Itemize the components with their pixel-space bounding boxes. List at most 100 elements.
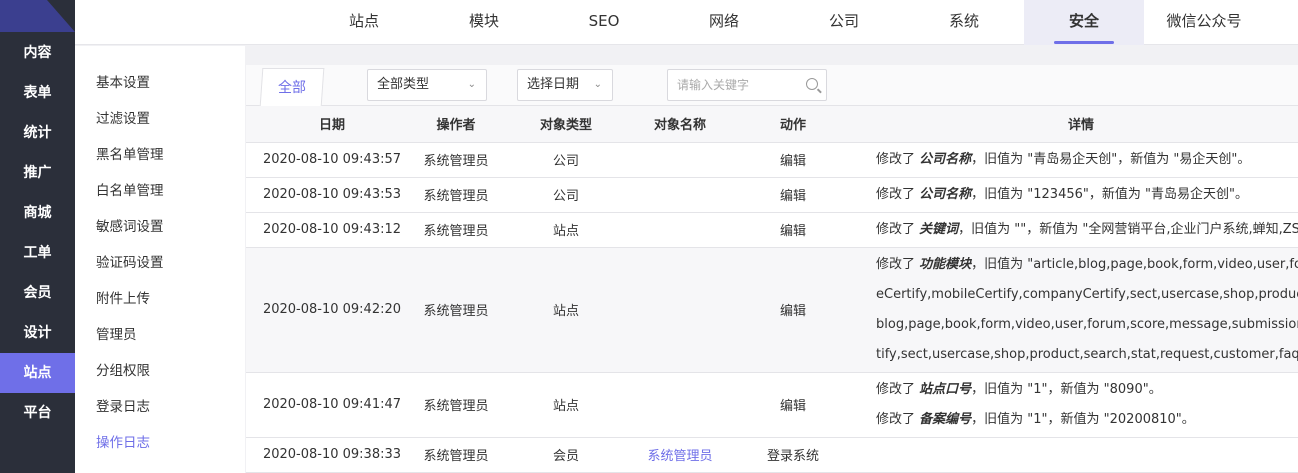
submenu-item[interactable]: 基本设置 — [75, 65, 245, 101]
detail-line: 修改了 公司名称，旧值为 "青岛易企天创"，新值为 "易企天创"。 — [876, 145, 1298, 175]
nav-tab[interactable]: 公司 — [784, 0, 904, 45]
search-input[interactable] — [668, 70, 796, 100]
detail-line: 修改了 功能模块，旧值为 "article,blog,page,book,for… — [876, 250, 1298, 280]
nav-tab[interactable]: 系统 — [904, 0, 1024, 45]
column-header-date[interactable]: 日期 — [246, 106, 418, 143]
cell-action: 编辑 — [722, 247, 864, 373]
column-header-operator[interactable]: 操作者 — [418, 106, 494, 143]
cell-object-type: 站点 — [494, 212, 638, 248]
detail-prefix: 修改了 — [876, 221, 920, 237]
nav-tab[interactable]: 安全 — [1024, 0, 1144, 45]
tab-all-label: 全部 — [277, 80, 306, 96]
table-row[interactable]: 2020-08-10 09:43:53 系统管理员 公司 编辑 修改了 公司名称，旧值为… — [246, 177, 1298, 213]
detail-text: tify,sect,usercase,shop,product,search,s… — [876, 346, 1298, 362]
detail-line: blog,page,book,form,video,user,forum,sco… — [876, 310, 1298, 340]
cell-object-name — [638, 372, 722, 438]
type-select[interactable]: 全部类型 ⌄ — [367, 69, 487, 101]
column-header-object-type[interactable]: 对象类型 — [494, 106, 638, 143]
submenu-item[interactable]: 管理员 — [75, 317, 245, 353]
detail-text: ，旧值为 "123456"，新值为 "青岛易企天创"。 — [971, 186, 1248, 202]
table-row[interactable]: 2020-08-10 09:38:33 系统管理员 会员 系统管理员 登录系统 — [246, 437, 1298, 473]
cell-operator: 系统管理员 — [418, 177, 494, 213]
detail-prefix: 修改了 — [876, 411, 920, 427]
submenu-item[interactable]: 过滤设置 — [75, 101, 245, 137]
submenu-item[interactable]: 操作日志 — [75, 425, 245, 461]
object-name-link[interactable]: 系统管理员 — [647, 449, 712, 464]
detail-line: tify,sect,usercase,shop,product,search,s… — [876, 340, 1298, 370]
operation-log-panel: 全部 全部类型 ⌄ 选择日期 ⌄ 日期 操作者 对象类型 对象名称 动作 详情 — [246, 65, 1298, 473]
search-icon[interactable] — [806, 78, 818, 90]
nav-tab[interactable]: 微信公众号 — [1144, 0, 1264, 45]
nav-tab[interactable]: 网络 — [664, 0, 784, 45]
sidebar-item[interactable]: 平台 — [0, 393, 75, 433]
cell-date: 2020-08-10 09:43:53 — [246, 177, 418, 213]
nav-tab[interactable]: SEO — [544, 0, 664, 45]
main-sidebar: 内容 表单 统计 推广 商城 工单 会员 设计 站点 平台 — [0, 0, 75, 473]
nav-tab[interactable]: 模块 — [424, 0, 544, 45]
cell-object-type: 会员 — [494, 437, 638, 473]
table-header-row: 日期 操作者 对象类型 对象名称 动作 详情 — [246, 106, 1298, 143]
table-row[interactable]: 2020-08-10 09:43:12 系统管理员 站点 编辑 修改了 关键词，旧值为 … — [246, 212, 1298, 248]
detail-line: 修改了 关键词，旧值为 ""，新值为 "全网营销平台,企业门户系统,蝉知,ZSI… — [876, 215, 1298, 245]
detail-field: 关键词 — [919, 221, 959, 237]
sidebar-item[interactable]: 设计 — [0, 313, 75, 353]
detail-prefix: 修改了 — [876, 151, 920, 167]
sidebar-item[interactable]: 统计 — [0, 113, 75, 153]
cell-object-name: 系统管理员 — [638, 437, 722, 473]
sidebar-item[interactable]: 工单 — [0, 233, 75, 273]
date-select[interactable]: 选择日期 ⌄ — [517, 69, 613, 101]
submenu-item[interactable]: 附件上传 — [75, 281, 245, 317]
cell-action: 编辑 — [722, 372, 864, 438]
sidebar-item[interactable]: 站点 — [0, 353, 75, 393]
submenu-item[interactable]: 登录日志 — [75, 389, 245, 425]
sidebar-item[interactable]: 表单 — [0, 73, 75, 113]
cell-object-type: 公司 — [494, 177, 638, 213]
cell-date: 2020-08-10 09:38:33 — [246, 437, 418, 473]
cell-operator: 系统管理员 — [418, 372, 494, 438]
sidebar-item[interactable]: 推广 — [0, 153, 75, 193]
detail-field: 功能模块 — [919, 256, 972, 272]
submenu-item[interactable]: 验证码设置 — [75, 245, 245, 281]
tab-all[interactable]: 全部 — [259, 68, 325, 107]
cell-object-name — [638, 247, 722, 373]
table-row[interactable]: 2020-08-10 09:42:20 系统管理员 站点 编辑 修改了 功能模块，旧值为… — [246, 247, 1298, 373]
submenu-item[interactable]: 分组权限 — [75, 353, 245, 389]
column-header-action[interactable]: 动作 — [722, 106, 864, 143]
sidebar-item[interactable]: 会员 — [0, 273, 75, 313]
detail-line: eCertify,mobileCertify,companyCertify,se… — [876, 280, 1298, 310]
nav-tab[interactable]: 站点 — [304, 0, 424, 45]
type-select-value: 全部类型 — [377, 77, 430, 92]
detail-field: 公司名称 — [919, 186, 972, 202]
chevron-down-icon: ⌄ — [467, 79, 476, 90]
sidebar-item[interactable]: 内容 — [0, 33, 75, 73]
filter-bar: 全部 全部类型 ⌄ 选择日期 ⌄ — [246, 65, 1298, 107]
cell-date: 2020-08-10 09:43:57 — [246, 142, 418, 178]
detail-line: 修改了 站点口号，旧值为 "1"，新值为 "8090"。 — [876, 375, 1298, 405]
submenu-item[interactable]: 黑名单管理 — [75, 137, 245, 173]
column-header-detail[interactable]: 详情 — [864, 106, 1298, 143]
date-select-value: 选择日期 — [527, 77, 580, 92]
cell-detail: 修改了 功能模块，旧值为 "article,blog,page,book,for… — [864, 247, 1298, 373]
table-row[interactable]: 2020-08-10 09:41:47 系统管理员 站点 编辑 修改了 站点口号，旧值为… — [246, 372, 1298, 438]
sidebar-item[interactable]: 商城 — [0, 193, 75, 233]
cell-detail: 修改了 站点口号，旧值为 "1"，新值为 "8090"。 修改了 备案编号，旧值为… — [864, 372, 1298, 438]
cell-action: 登录系统 — [722, 437, 864, 473]
cell-operator: 系统管理员 — [418, 142, 494, 178]
cell-date: 2020-08-10 09:43:12 — [246, 212, 418, 248]
cell-object-type: 站点 — [494, 372, 638, 438]
detail-line: 修改了 备案编号，旧值为 "1"，新值为 "20200810"。 — [876, 405, 1298, 435]
column-header-object-name[interactable]: 对象名称 — [638, 106, 722, 143]
submenu-item[interactable]: 敏感词设置 — [75, 209, 245, 245]
submenu-item[interactable]: 白名单管理 — [75, 173, 245, 209]
detail-line: 修改了 公司名称，旧值为 "123456"，新值为 "青岛易企天创"。 — [876, 180, 1298, 210]
cell-detail: 修改了 公司名称，旧值为 "123456"，新值为 "青岛易企天创"。 — [864, 177, 1298, 213]
detail-prefix: 修改了 — [876, 186, 920, 202]
table-row[interactable]: 2020-08-10 09:43:57 系统管理员 公司 编辑 修改了 公司名称，旧值为… — [246, 142, 1298, 178]
detail-field: 公司名称 — [919, 151, 972, 167]
cell-date: 2020-08-10 09:42:20 — [246, 247, 418, 373]
cell-detail: 修改了 关键词，旧值为 ""，新值为 "全网营销平台,企业门户系统,蝉知,ZSI… — [864, 212, 1298, 248]
cell-detail — [864, 437, 1298, 473]
security-submenu: 基本设置 过滤设置 黑名单管理 白名单管理 敏感词设置 验证码设置 附件上传 管理员 分组权限登… — [75, 46, 245, 473]
cell-object-type: 公司 — [494, 142, 638, 178]
search-box — [667, 69, 827, 101]
